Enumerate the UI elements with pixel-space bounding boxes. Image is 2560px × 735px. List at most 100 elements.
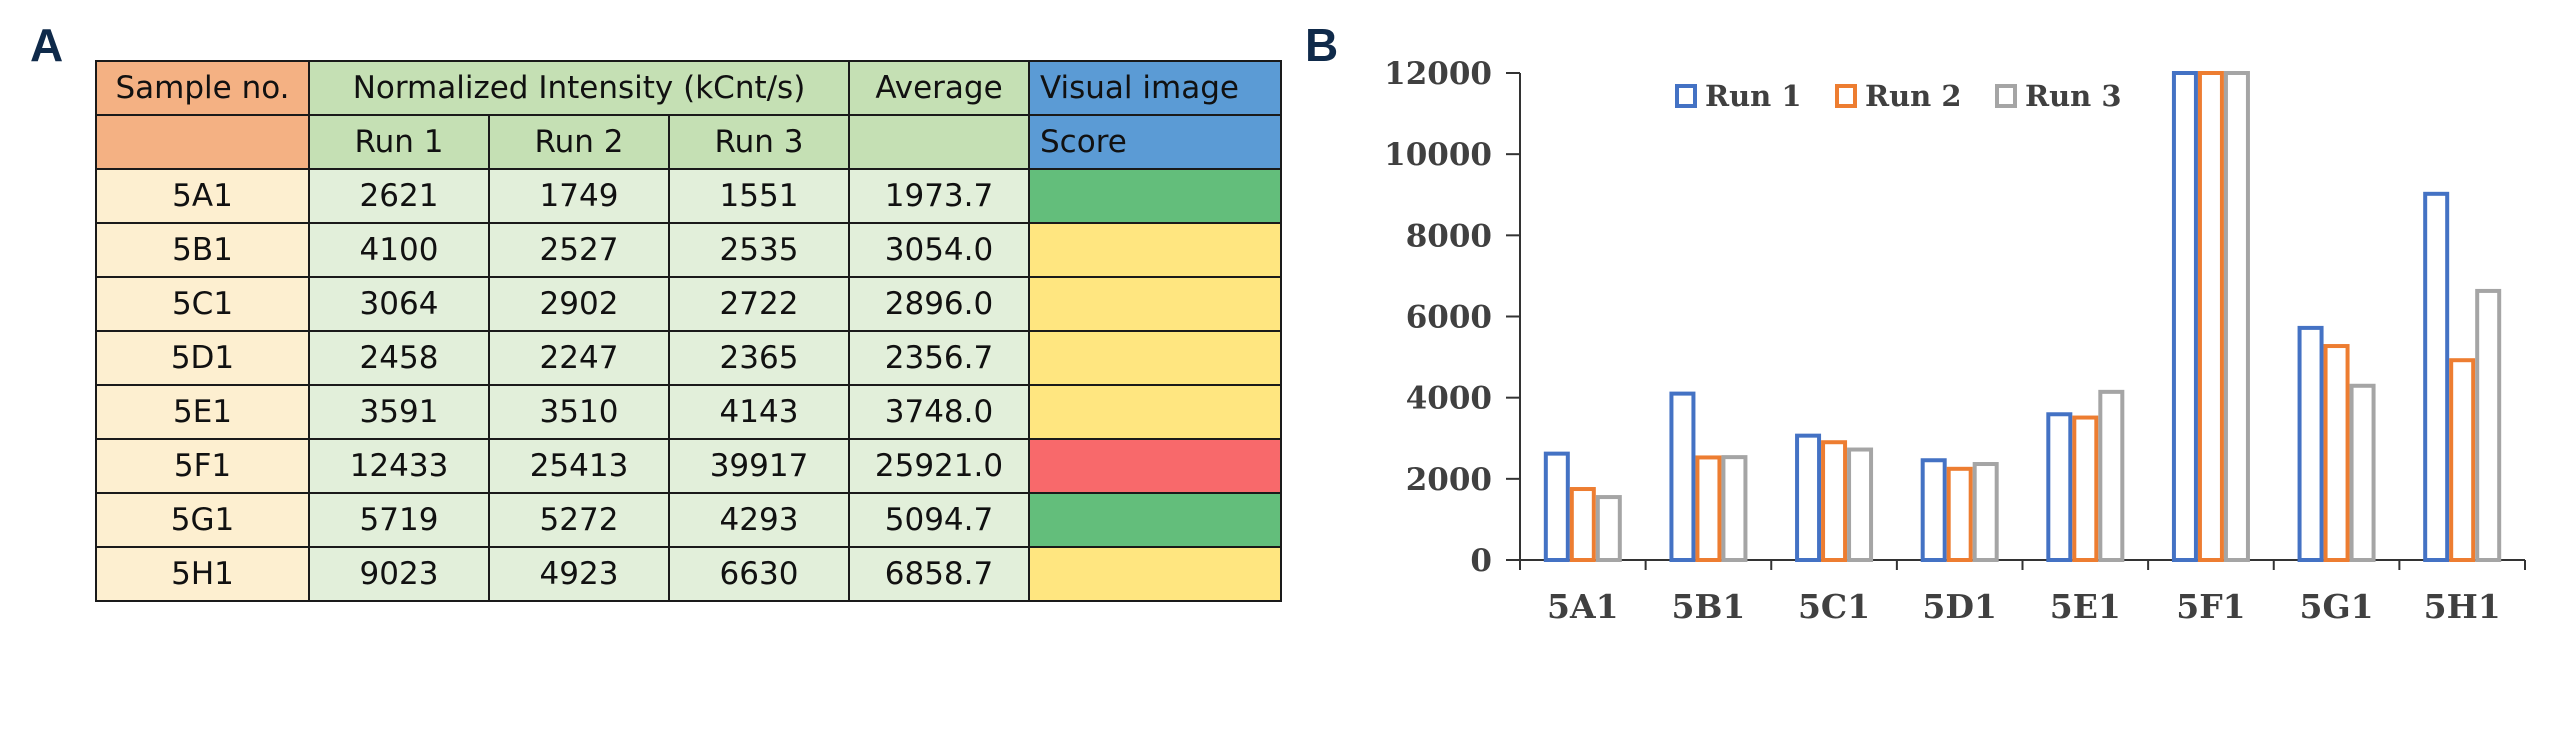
bar-5b1-run-1 (1669, 391, 1696, 562)
bar-5a1-run-1 (1543, 451, 1570, 562)
bar-5h1-run-3 (2475, 288, 2502, 562)
bar-5f1-run-2 (2197, 71, 2224, 562)
cell-sample-no: 5E1 (95, 384, 310, 440)
header-normalized-intensity: Normalized Intensity (kCnt/s) (308, 60, 850, 116)
cell-sample-no: 5B1 (95, 222, 310, 278)
y-tick-label: 2000 (1406, 462, 1492, 498)
cell-average: 6858.7 (848, 546, 1030, 602)
cell-run-2: 3510 (488, 384, 670, 440)
subheader-score: Score (1028, 114, 1282, 170)
data-table-panel: Sample no. Normalized Intensity (kCnt/s)… (95, 60, 1282, 602)
x-category-label: 5B1 (1672, 587, 1746, 626)
x-category-label: 5F1 (2176, 587, 2245, 626)
bar-5g1-run-3 (2349, 383, 2376, 562)
y-tick-label: 6000 (1406, 300, 1492, 336)
cell-average: 2896.0 (848, 276, 1030, 332)
legend-swatch (1675, 84, 1697, 108)
cell-run-3: 1551 (668, 168, 850, 224)
cell-run-1: 4100 (308, 222, 490, 278)
y-tick-label: 4000 (1406, 381, 1492, 417)
table-row: 5C1 3064 2902 2722 2896.0 (95, 276, 1282, 332)
bar-5a1-run-2 (1569, 487, 1596, 562)
cell-visual-score (1028, 546, 1282, 602)
legend-label: Run 1 (1705, 79, 1802, 113)
cell-run-1: 3591 (308, 384, 490, 440)
x-category-label: 5G1 (2300, 587, 2374, 626)
legend-swatch (1995, 84, 2017, 108)
cell-run-2: 4923 (488, 546, 670, 602)
cell-run-1: 2621 (308, 168, 490, 224)
cell-run-2: 5272 (488, 492, 670, 548)
table-row: 5H1 9023 4923 6630 6858.7 (95, 546, 1282, 602)
bar-5b1-run-3 (1721, 455, 1748, 562)
table-row: 5A1 2621 1749 1551 1973.7 (95, 168, 1282, 224)
table-row: 5E1 3591 3510 4143 3748.0 (95, 384, 1282, 440)
cell-run-3: 2365 (668, 330, 850, 386)
subheader-sample (95, 114, 310, 170)
table-row: 5D1 2458 2247 2365 2356.7 (95, 330, 1282, 386)
bar-5e1-run-2 (2072, 415, 2099, 562)
table-header-row: Sample no. Normalized Intensity (kCnt/s)… (95, 60, 1282, 116)
bar-5g1-run-2 (2323, 344, 2350, 563)
panel-label-b: B (1305, 19, 1339, 71)
bar-chart: 0 2000 4000 6000 8000 10000 12000 5A1 5B1 5C1 5D1 5… (1384, 56, 2526, 626)
subheader-run-2: Run 2 (488, 114, 670, 170)
x-category-label: 5D1 (1922, 587, 1997, 626)
header-sample-no: Sample no. (95, 60, 310, 116)
cell-average: 3748.0 (848, 384, 1030, 440)
cell-sample-no: 5C1 (95, 276, 310, 332)
panel-label-a: A (30, 19, 64, 71)
legend-label: Run 3 (2025, 79, 2122, 113)
cell-sample-no: 5D1 (95, 330, 310, 386)
cell-sample-no: 5H1 (95, 546, 310, 602)
table-subheader-row: Run 1 Run 2 Run 3 Score (95, 114, 1282, 170)
bar-5e1-run-3 (2098, 389, 2125, 562)
table-row: 5F1 12433 25413 39917 25921.0 (95, 438, 1282, 494)
cell-sample-no: 5G1 (95, 492, 310, 548)
cell-run-3: 4293 (668, 492, 850, 548)
cell-visual-score (1028, 168, 1282, 224)
cell-visual-score (1028, 330, 1282, 386)
cell-run-2: 2247 (488, 330, 670, 386)
cell-run-2: 25413 (488, 438, 670, 494)
bar-5f1-run-1 (2171, 71, 2198, 562)
cell-run-1: 5719 (308, 492, 490, 548)
bar-5g1-run-1 (2297, 325, 2324, 563)
bar-5c1-run-2 (1821, 440, 1848, 563)
bar-5d1-run-1 (1920, 458, 1947, 562)
cell-visual-score (1028, 492, 1282, 548)
legend-label: Run 2 (1865, 79, 1962, 113)
x-category-label: 5C1 (1798, 587, 1870, 626)
cell-run-2: 2527 (488, 222, 670, 278)
header-visual-image: Visual image (1028, 60, 1282, 116)
cell-run-3: 39917 (668, 438, 850, 494)
cell-average: 1973.7 (848, 168, 1030, 224)
cell-visual-score (1028, 384, 1282, 440)
intensity-table: Sample no. Normalized Intensity (kCnt/s)… (95, 60, 1282, 602)
cell-average: 3054.0 (848, 222, 1030, 278)
bar-5d1-run-2 (1946, 466, 1973, 563)
bar-5e1-run-1 (2046, 412, 2073, 563)
bar-5h1-run-2 (2449, 358, 2476, 562)
subheader-run-1: Run 1 (308, 114, 490, 170)
cell-visual-score (1028, 276, 1282, 332)
bar-5a1-run-3 (1595, 495, 1622, 562)
table-row: 5G1 5719 5272 4293 5094.7 (95, 492, 1282, 548)
legend-swatch (1835, 84, 1857, 108)
y-tick-label: 0 (1470, 543, 1492, 579)
cell-visual-score (1028, 222, 1282, 278)
bar-5c1-run-3 (1847, 447, 1874, 562)
cell-run-1: 9023 (308, 546, 490, 602)
cell-average: 5094.7 (848, 492, 1030, 548)
bar-chart-panel: 0 2000 4000 6000 8000 10000 12000 5A1 5B1 5C1 5D1 5… (1340, 40, 2555, 644)
cell-sample-no: 5F1 (95, 438, 310, 494)
cell-visual-score (1028, 438, 1282, 494)
bar-5b1-run-2 (1695, 455, 1722, 563)
cell-average: 25921.0 (848, 438, 1030, 494)
y-tick-label: 12000 (1384, 56, 1492, 92)
cell-run-2: 2902 (488, 276, 670, 332)
cell-run-3: 2535 (668, 222, 850, 278)
cell-run-1: 3064 (308, 276, 490, 332)
x-category-label: 5A1 (1547, 587, 1619, 626)
subheader-average (848, 114, 1030, 170)
